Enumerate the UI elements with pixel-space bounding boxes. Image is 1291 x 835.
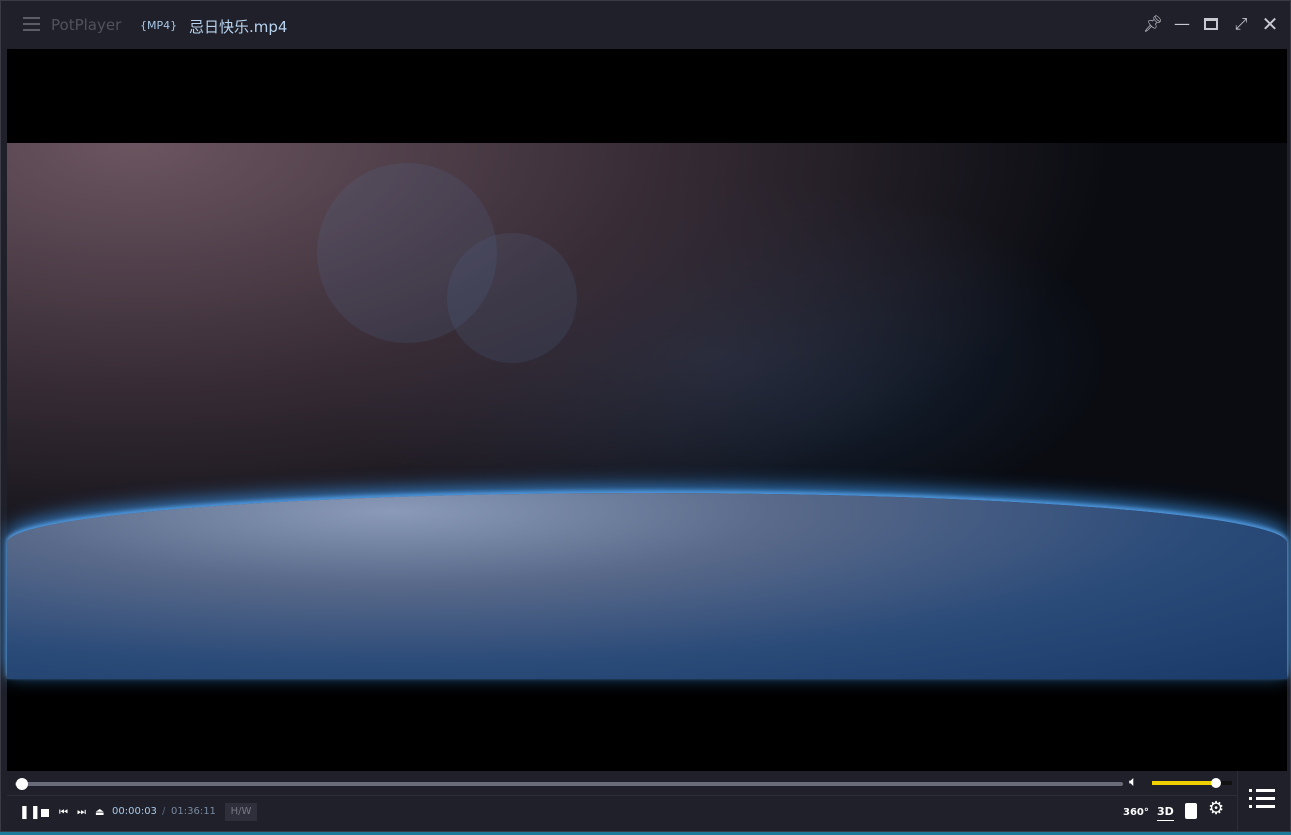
previous-button[interactable]: ⏮︎ [59,805,68,821]
video-area[interactable] [7,49,1287,771]
seek-thumb[interactable] [16,778,28,790]
video-frame [7,143,1287,679]
total-time: 01:36:11 [171,806,216,817]
control-bar: 🔈︎ ❚❚ ⏮︎ ⏭︎ ⏏︎ 00:00:03 / 01:36:11 H/W 3… [7,771,1287,831]
360-button[interactable]: 360° [1123,805,1149,821]
maximize-icon[interactable] [1200,13,1222,35]
file-name: 忌日快乐.mp4 [189,18,288,36]
time-separator: / [162,806,166,817]
volume-slider[interactable] [1152,778,1232,788]
3d-button[interactable]: 3D [1157,804,1174,821]
menu-icon[interactable] [23,17,40,31]
hw-decoder-button[interactable]: H/W [225,803,257,821]
volume-icon[interactable]: 🔈︎ [1129,774,1137,790]
seek-bar[interactable] [15,782,1123,786]
earth-horizon [7,493,1287,679]
app-name: PotPlayer [51,16,122,34]
potplayer-window: PotPlayer {MP4} 忌日快乐.mp4 📌︎ — ⤢ ✕ 🔈︎ ❚❚ … [0,0,1291,832]
current-time: 00:00:03 [112,806,157,817]
pause-button[interactable]: ❚❚ [19,805,41,821]
pin-icon[interactable]: 📌︎ [1142,13,1164,35]
fullscreen-icon[interactable]: ⤢ [1230,13,1252,35]
next-button[interactable]: ⏭︎ [77,805,86,821]
settings-icon[interactable]: ⚙ [1208,800,1224,818]
eject-button[interactable]: ⏏︎ [95,805,104,821]
chapter-icon[interactable] [1185,803,1197,819]
playlist-icon[interactable] [1249,789,1275,809]
title-bar[interactable]: PotPlayer {MP4} 忌日快乐.mp4 📌︎ — ⤢ ✕ [1,1,1290,49]
stop-button[interactable] [41,809,49,817]
close-icon[interactable]: ✕ [1259,13,1281,35]
format-badge: {MP4} [140,19,178,32]
minimize-icon[interactable]: — [1171,13,1193,35]
